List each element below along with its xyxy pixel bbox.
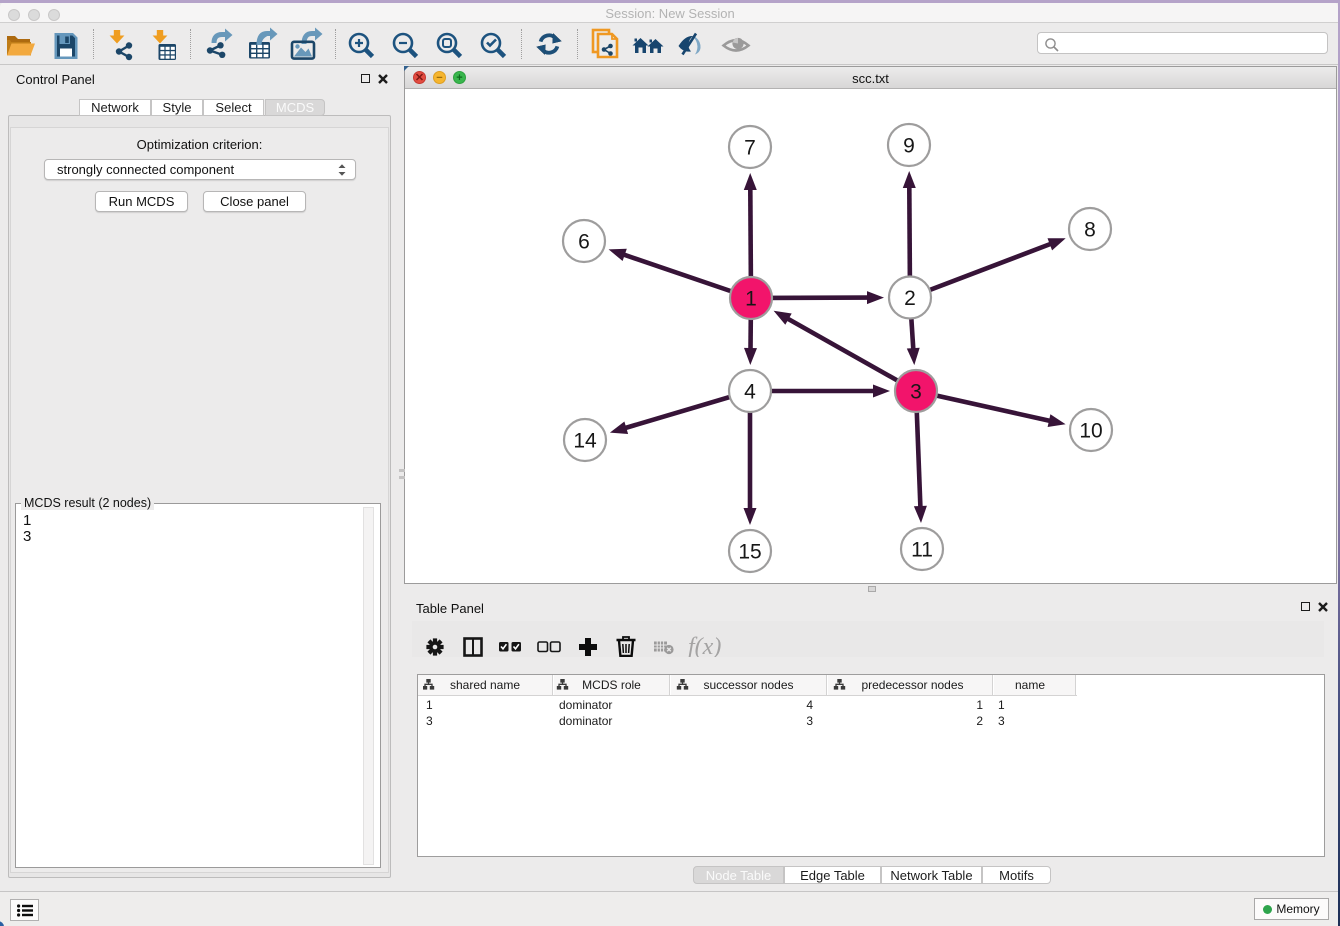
svg-text:7: 7 (744, 137, 756, 160)
svg-text:4: 4 (744, 381, 756, 404)
svg-text:8: 8 (1084, 219, 1096, 242)
svg-text:3: 3 (910, 381, 922, 404)
svg-text:1: 1 (745, 288, 757, 311)
svg-text:14: 14 (573, 430, 597, 453)
svg-text:f(x): f(x) (688, 634, 721, 657)
svg-text:2: 2 (904, 287, 916, 310)
svg-text:15: 15 (738, 541, 761, 564)
svg-text:11: 11 (911, 539, 933, 562)
svg-text:9: 9 (903, 135, 915, 158)
svg-text:10: 10 (1079, 420, 1102, 443)
svg-text:6: 6 (578, 231, 590, 254)
